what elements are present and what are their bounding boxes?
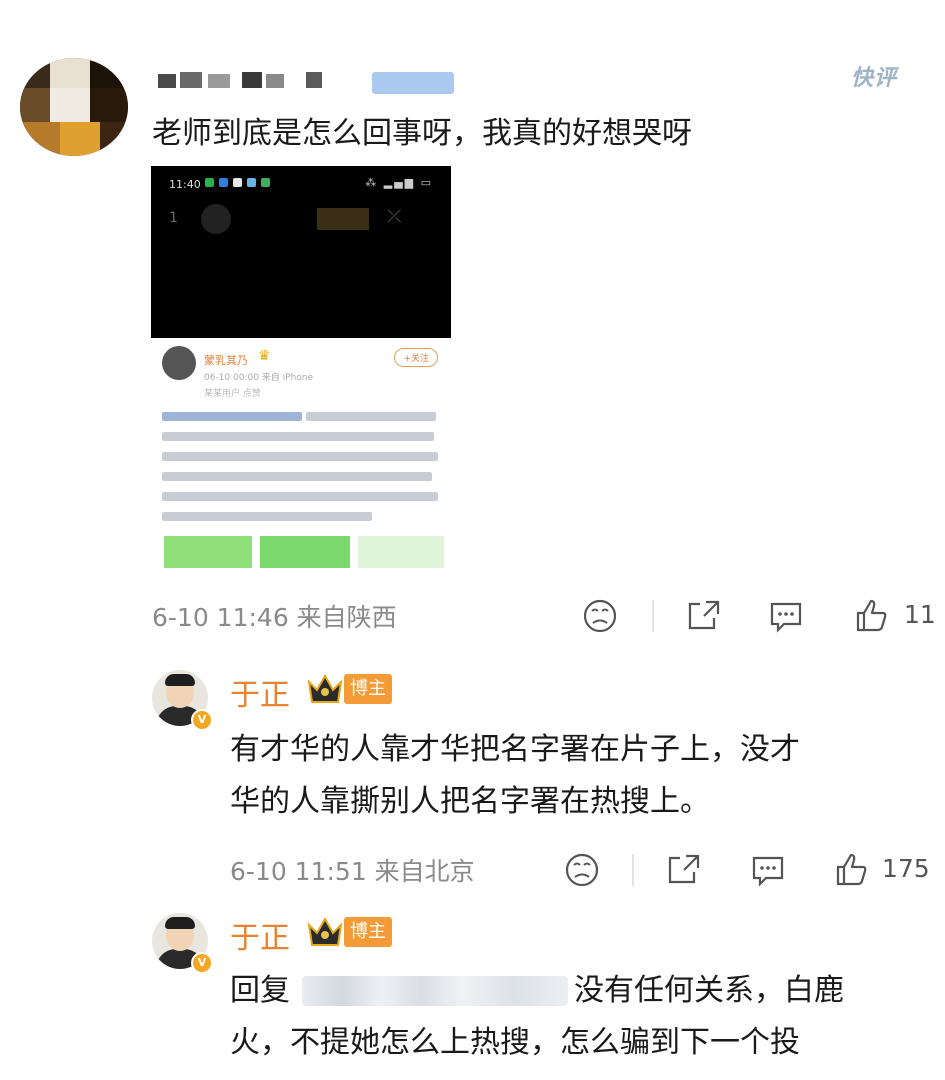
comment-text: 老师到底是怎么回事呀，我真的好想哭呀 xyxy=(152,116,692,151)
image-post-author: 蒙乳其乃 xyxy=(204,354,248,367)
image-dark-region: 11:40 ⁂ ▂▄▆ ▭ 1 ⤫ xyxy=(151,166,451,338)
comment-icon[interactable] xyxy=(766,596,806,636)
image-text-line xyxy=(162,452,438,461)
image-blur-mark: ⤫ xyxy=(387,206,402,227)
share-icon[interactable] xyxy=(664,850,704,890)
author-badge: 博主 xyxy=(344,674,392,704)
image-status-dot xyxy=(205,178,214,187)
commenter-name-blurred[interactable] xyxy=(158,70,328,90)
image-text-line xyxy=(162,412,302,421)
reply-text-line: 火，不提她怎么上热搜，怎么骗到下一个投 xyxy=(230,1025,800,1060)
commenter-avatar[interactable] xyxy=(20,58,128,156)
action-separator xyxy=(652,600,654,632)
author-badge: 博主 xyxy=(344,917,392,947)
action-separator xyxy=(632,854,634,886)
like-icon[interactable] xyxy=(832,850,872,890)
image-post-meta: 06-10 00:00 来自 iPhone xyxy=(204,373,314,383)
share-icon[interactable] xyxy=(684,596,724,636)
image-text-line xyxy=(162,432,434,441)
comment-attached-image[interactable]: 11:40 ⁂ ▂▄▆ ▭ 1 ⤫ 蒙乳其乃 ♛ +关注 06-10 00:00… xyxy=(150,166,452,574)
verified-icon: V xyxy=(191,952,213,974)
reply-prefix: 回复 xyxy=(230,973,290,1008)
reply-text-line: 有才华的人靠才华把名字署在片子上，没才 xyxy=(230,732,800,767)
image-blur-mark: 1 xyxy=(169,210,178,226)
reply-username[interactable]: 于正 xyxy=(230,913,290,957)
like-icon[interactable] xyxy=(852,596,892,636)
brand-watermark: 快评 xyxy=(850,66,897,91)
image-post-meta2: 某某用户 点赞 xyxy=(204,389,261,399)
image-text-line xyxy=(306,412,436,421)
image-follow-button: +关注 xyxy=(394,348,438,367)
crown-icon xyxy=(307,673,343,703)
image-blur-mark xyxy=(201,204,231,234)
image-bottom-strip xyxy=(164,536,252,568)
like-count: 11 xyxy=(904,600,936,629)
like-count: 175 xyxy=(882,854,930,883)
reply-username[interactable]: 于正 xyxy=(230,670,290,714)
dislike-face-icon[interactable] xyxy=(580,596,620,636)
image-text-line xyxy=(162,472,432,481)
comment-timestamp: 6-10 11:46 来自陕西 xyxy=(152,603,397,632)
image-status-dot xyxy=(261,178,270,187)
image-text-line xyxy=(162,512,372,521)
image-status-icons: ⁂ ▂▄▆ ▭ xyxy=(365,176,433,189)
image-bottom-strip xyxy=(358,536,444,568)
image-status-dot xyxy=(233,178,242,187)
commenter-badge-blurred xyxy=(372,72,454,94)
image-status-dot xyxy=(219,178,228,187)
crown-icon xyxy=(307,916,343,946)
comment-icon[interactable] xyxy=(748,850,788,890)
verified-icon: V xyxy=(191,709,213,731)
reply-text-line: 没有任何关系，白鹿 xyxy=(574,973,844,1008)
reply-timestamp: 6-10 11:51 来自北京 xyxy=(230,857,475,886)
image-text-line xyxy=(162,492,438,501)
image-status-time: 11:40 xyxy=(169,178,201,191)
image-bottom-strip xyxy=(260,536,350,568)
crown-icon: ♛ xyxy=(258,348,271,364)
image-status-dot xyxy=(247,178,256,187)
dislike-face-icon[interactable] xyxy=(562,850,602,890)
reply-text-line: 华的人靠撕别人把名字署在热搜上。 xyxy=(230,784,710,819)
image-blur-mark xyxy=(317,208,369,230)
reply-target-blurred[interactable] xyxy=(302,976,568,1006)
image-post-avatar xyxy=(162,346,196,380)
